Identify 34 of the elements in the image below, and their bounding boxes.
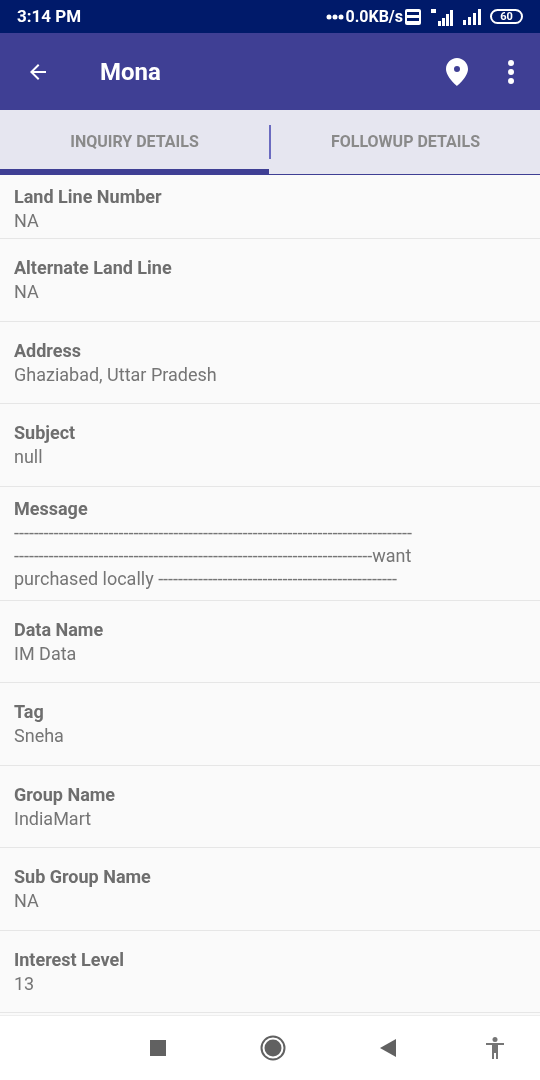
field-value: 13 — [14, 971, 36, 995]
field-label: Group Name — [14, 782, 117, 807]
field-label: Alternate Land Line — [14, 256, 173, 281]
field-label: Data Name — [14, 617, 105, 642]
field-label: Sub Group Name — [14, 865, 152, 890]
tab[interactable]: FOLLOWUP DETAILS — [271, 110, 540, 174]
network-speed: 0.0KB/s — [345, 5, 403, 28]
field-label: Address — [14, 338, 82, 363]
field-value: NA — [14, 280, 40, 304]
field-value: NA — [14, 209, 40, 232]
back-icon[interactable] — [380, 1039, 396, 1057]
field-label: Message — [14, 496, 89, 521]
field-value: NA — [14, 889, 40, 913]
field-value: IndiaMart — [14, 806, 93, 830]
field-value: IM Data — [14, 641, 78, 665]
location-pin-icon[interactable] — [446, 57, 468, 86]
accessibility-icon[interactable] — [485, 1037, 505, 1059]
field-value: Ghaziabad, Uttar Pradesh — [14, 362, 218, 386]
app-title: Mona — [100, 56, 161, 88]
field-value: -------------------------------------------------------------------------------- ------------------------------------------------------------------------want purchased locally ------------------------------------------------ — [14, 520, 413, 590]
field-value: null — [14, 445, 44, 469]
dots-icon — [326, 13, 345, 20]
field-label: Land Line Number — [14, 185, 163, 209]
status-time: 3:14 PM — [17, 4, 82, 28]
signal-icon — [462, 8, 482, 25]
tab[interactable]: INQUIRY DETAILS — [0, 110, 269, 174]
home-icon[interactable] — [260, 1035, 286, 1061]
signal-icon — [430, 7, 456, 26]
more-options-icon[interactable] — [508, 59, 514, 84]
battery-level: 60 — [490, 9, 523, 24]
field-label: Interest Level — [14, 947, 125, 972]
field-label: Subject — [14, 421, 77, 446]
field-label: Tag — [14, 700, 45, 725]
field-value: Sneha — [14, 724, 65, 748]
